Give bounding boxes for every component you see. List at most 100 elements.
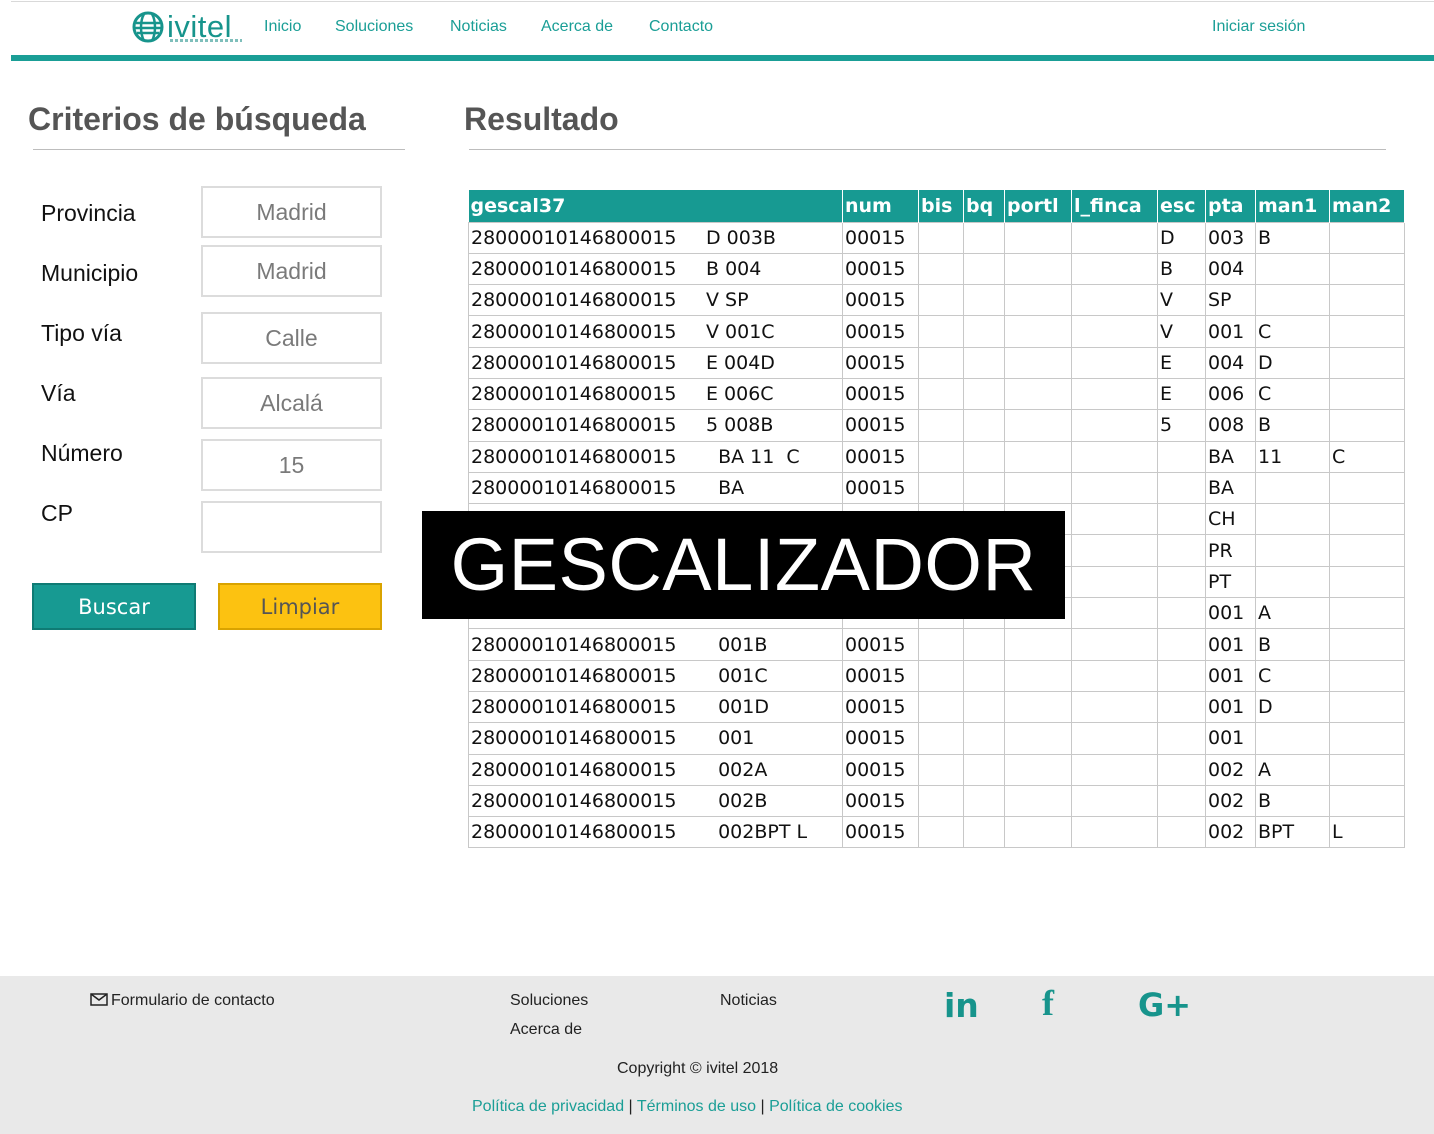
table-cell: C — [1255, 377, 1330, 411]
facebook-icon[interactable]: f — [1042, 982, 1054, 1024]
table-cell — [918, 690, 964, 724]
table-cell — [1255, 722, 1330, 755]
table-cell — [1157, 471, 1206, 505]
nav-item-soluciones[interactable]: Soluciones — [335, 18, 413, 36]
column-header[interactable]: bis — [918, 190, 964, 222]
contact-form-link[interactable]: Formulario de contacto — [90, 992, 275, 1010]
google-plus-icon[interactable]: G+ — [1138, 986, 1191, 1024]
table-cell: B — [1157, 252, 1206, 286]
table-cell: 001 — [1205, 315, 1256, 348]
table-cell — [918, 221, 964, 254]
table-cell: 00015 — [842, 784, 919, 818]
table-cell: 004 — [1205, 252, 1256, 286]
table-cell: 00015 — [842, 377, 919, 411]
table-row[interactable]: 28000010146800015 002A 00015 002 A — [468, 753, 1405, 786]
cookie-policy-link[interactable]: Política de cookies — [769, 1098, 902, 1115]
table-cell — [963, 471, 1005, 505]
gescal-code: 28000010146800015 — [471, 789, 677, 812]
table-row[interactable]: 28000010146800015 BA 00015 BA — [468, 471, 1405, 505]
column-header[interactable]: portl — [1004, 190, 1072, 222]
table-cell — [1071, 284, 1158, 317]
table-cell — [918, 816, 964, 849]
gescal-cell: 28000010146800015 BA — [468, 471, 843, 505]
column-header[interactable]: esc — [1157, 190, 1206, 222]
table-cell — [1004, 690, 1072, 724]
column-header[interactable]: pta — [1205, 190, 1256, 222]
footer-link-soluciones[interactable]: Soluciones — [510, 992, 588, 1010]
table-cell — [963, 722, 1005, 755]
table-cell — [1329, 377, 1405, 411]
table-cell — [1255, 534, 1330, 567]
table-row[interactable]: 28000010146800015 001C 00015 001 C — [468, 659, 1405, 692]
nav-item-contacto[interactable]: Contacto — [649, 18, 713, 36]
table-cell — [1157, 628, 1206, 661]
nav-item-noticias[interactable]: Noticias — [450, 18, 507, 36]
table-cell: 00015 — [842, 315, 919, 348]
clear-button[interactable]: Limpiar — [218, 583, 382, 630]
table-cell — [918, 252, 964, 286]
provincia-label: Provincia — [41, 200, 136, 226]
results-title-divider — [469, 149, 1386, 150]
gescal-cell: 28000010146800015 E 006C — [468, 377, 843, 411]
table-cell — [1329, 284, 1405, 317]
column-header[interactable]: man2 — [1329, 190, 1405, 222]
numero-label: Número — [41, 440, 123, 466]
brand-logo[interactable]: ivitel — [132, 9, 242, 45]
table-row[interactable]: 28000010146800015 001B 00015 001 B — [468, 628, 1405, 661]
column-header[interactable]: man1 — [1255, 190, 1330, 222]
table-cell — [1255, 252, 1330, 286]
table-cell: BPT — [1255, 816, 1330, 849]
column-header[interactable]: l_finca — [1071, 190, 1158, 222]
table-cell — [1329, 659, 1405, 692]
table-cell — [1004, 816, 1072, 849]
login-link[interactable]: Iniciar sesión — [1212, 18, 1305, 36]
footer-link-noticias[interactable]: Noticias — [720, 992, 777, 1010]
privacy-policy-link[interactable]: Política de privacidad — [472, 1098, 624, 1115]
municipio-field[interactable]: Madrid — [201, 245, 382, 297]
table-row[interactable]: 28000010146800015 BA 11 C 00015 BA 11 C — [468, 440, 1405, 473]
table-cell — [918, 628, 964, 661]
via-field[interactable]: Alcalá — [201, 377, 382, 429]
nav-item-inicio[interactable]: Inicio — [264, 18, 301, 36]
legal-separator: | — [760, 1098, 765, 1115]
cp-label: CP — [41, 500, 73, 526]
table-row[interactable]: 28000010146800015 001 00015 001 — [468, 722, 1405, 755]
table-row[interactable]: 28000010146800015 5 008B 00015 5 008 B — [468, 409, 1405, 442]
table-row[interactable]: 28000010146800015 002BPT L 00015 002 BPT L — [468, 816, 1405, 849]
table-row[interactable]: 28000010146800015 E 004D 00015 E 004 D — [468, 346, 1405, 379]
table-row[interactable]: 28000010146800015 B 004 00015 B 004 — [468, 252, 1405, 286]
provincia-field[interactable]: Madrid — [201, 186, 382, 238]
table-cell — [963, 440, 1005, 473]
table-row[interactable]: 28000010146800015 002B 00015 002 B — [468, 784, 1405, 818]
table-cell — [1071, 597, 1158, 630]
table-cell — [1329, 221, 1405, 254]
table-cell — [1255, 284, 1330, 317]
footer-link-acerca-de[interactable]: Acerca de — [510, 1021, 582, 1039]
numero-field[interactable]: 15 — [201, 439, 382, 491]
table-cell — [918, 784, 964, 818]
table-row[interactable]: 28000010146800015 V 001C 00015 V 001 C — [468, 315, 1405, 348]
table-cell: D — [1255, 346, 1330, 379]
table-cell: 00015 — [842, 284, 919, 317]
table-row[interactable]: 28000010146800015 D 003B 00015 D 003 B — [468, 221, 1405, 254]
cp-field[interactable] — [201, 501, 382, 553]
table-row[interactable]: 28000010146800015 001D 00015 001 D — [468, 690, 1405, 724]
table-cell — [1157, 565, 1206, 599]
table-cell: B — [1255, 628, 1330, 661]
column-header[interactable]: bq — [963, 190, 1005, 222]
search-button[interactable]: Buscar — [32, 583, 196, 630]
tipo-via-field[interactable]: Calle — [201, 312, 382, 364]
nav-item-acerca-de[interactable]: Acerca de — [541, 18, 613, 36]
table-cell: B — [1255, 221, 1330, 254]
column-header[interactable]: num — [842, 190, 919, 222]
table-row[interactable]: 28000010146800015 V SP 00015 V SP — [468, 284, 1405, 317]
gescal-cell: 28000010146800015 V SP — [468, 284, 843, 317]
terms-of-use-link[interactable]: Términos de uso — [637, 1098, 756, 1115]
table-cell — [1157, 753, 1206, 786]
linkedin-icon[interactable]: in — [944, 986, 979, 1025]
gescal-code: 28000010146800015 — [471, 351, 677, 374]
table-cell — [1004, 315, 1072, 348]
results-header-row: gescal37 num bis bq portl l_finca esc pt… — [468, 190, 1405, 222]
table-row[interactable]: 28000010146800015 E 006C 00015 E 006 C — [468, 377, 1405, 411]
column-header[interactable]: gescal37 — [468, 190, 843, 222]
